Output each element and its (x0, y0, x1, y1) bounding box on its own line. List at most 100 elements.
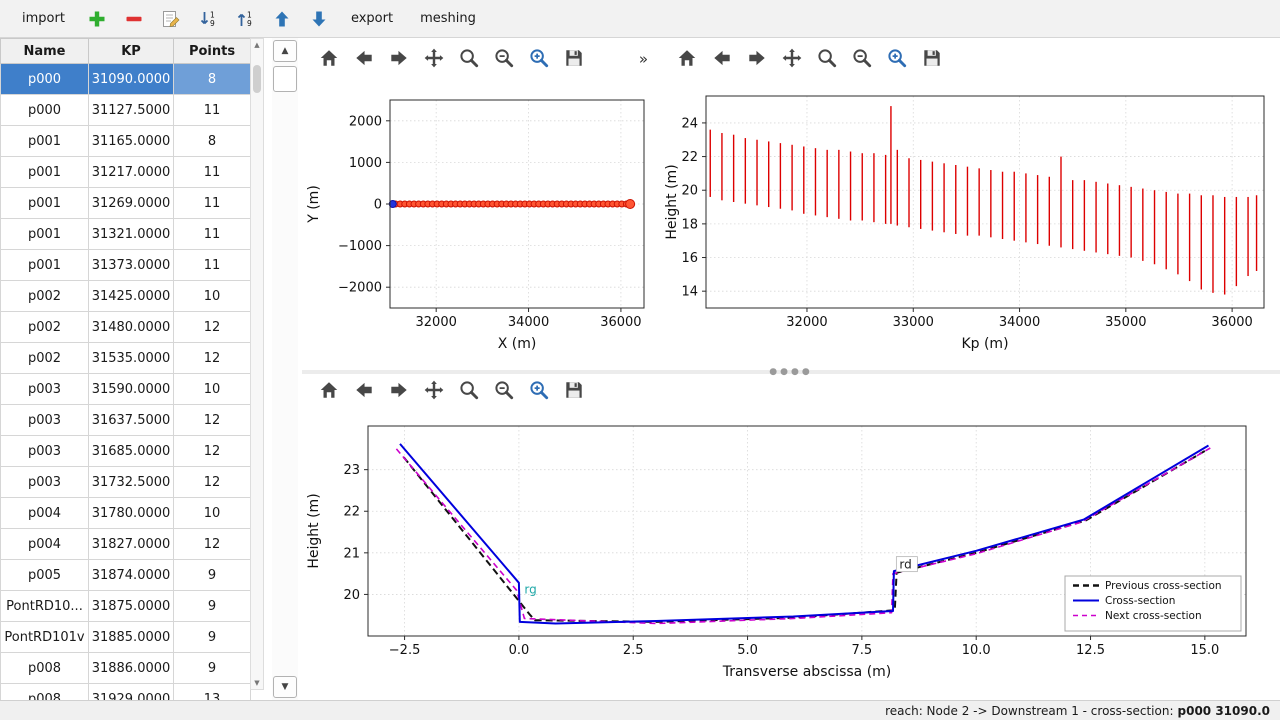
toolbar-overflow-icon[interactable]: » (639, 50, 652, 68)
table-row[interactable]: p00231535.000012 (1, 343, 251, 374)
svg-text:23: 23 (343, 463, 360, 478)
remove-section-button[interactable] (119, 4, 149, 34)
table-row[interactable]: p00331685.000012 (1, 436, 251, 467)
table-row[interactable]: p00431827.000012 (1, 529, 251, 560)
zoom-in-button[interactable] (526, 46, 552, 72)
table-cell: p000 (1, 95, 89, 126)
forward-icon (388, 47, 410, 69)
sort-ascending-button[interactable]: 19 (193, 4, 223, 34)
table-row[interactable]: PontRD10...31875.00009 (1, 591, 251, 622)
zoom-in-button[interactable] (884, 46, 910, 72)
save-icon (921, 47, 943, 69)
export-button[interactable]: export (341, 7, 403, 30)
panel-scroll-up-button[interactable]: ▲ (273, 40, 297, 62)
table-row[interactable]: p00331732.500012 (1, 467, 251, 498)
svg-text:7.5: 7.5 (852, 643, 873, 658)
chart-canvas: −2.50.02.55.07.510.012.515.020212223Tran… (302, 408, 1280, 700)
column-header-points[interactable]: Points (174, 39, 251, 64)
edit-section-button[interactable] (156, 4, 186, 34)
home-icon (318, 47, 340, 69)
table-cell: p003 (1, 436, 89, 467)
longitudinal-profile-plot[interactable]: 3200033000340003500036000141618202224Kp … (660, 78, 1280, 370)
pan-icon (423, 379, 445, 401)
splitter-handle[interactable]: ●●●● (302, 370, 1280, 374)
table-cell: p001 (1, 157, 89, 188)
table-row[interactable]: p00131373.000011 (1, 250, 251, 281)
table-cell: 11 (174, 95, 251, 126)
move-up-button[interactable] (267, 4, 297, 34)
back-button[interactable] (351, 46, 377, 72)
table-cell: 31875.0000 (89, 591, 174, 622)
pan-button[interactable] (779, 46, 805, 72)
zoom-button[interactable] (814, 46, 840, 72)
svg-text:9: 9 (210, 19, 215, 28)
home-icon (676, 47, 698, 69)
table-cell: 31127.5000 (89, 95, 174, 126)
sort-descending-button[interactable]: 19 (230, 4, 260, 34)
table-row[interactable]: p00131321.000011 (1, 219, 251, 250)
table-row[interactable]: PontRD101v31885.00009 (1, 622, 251, 653)
svg-text:Height (m): Height (m) (306, 493, 322, 568)
table-row[interactable]: p00331637.500012 (1, 405, 251, 436)
table-row[interactable]: p00031090.00008 (1, 64, 251, 95)
meshing-button[interactable]: meshing (410, 7, 486, 30)
pan-icon (423, 47, 445, 69)
table-cell: p002 (1, 343, 89, 374)
back-button[interactable] (351, 378, 377, 404)
scroll-up-icon[interactable]: ▲ (251, 39, 263, 51)
column-header-name[interactable]: Name (1, 39, 89, 64)
import-button[interactable]: import (12, 7, 75, 30)
table-cell: p003 (1, 467, 89, 498)
cross-section-plot[interactable]: −2.50.02.55.07.510.012.515.020212223Tran… (302, 408, 1280, 700)
table-row[interactable]: p00131269.000011 (1, 188, 251, 219)
forward-button[interactable] (386, 378, 412, 404)
zoom-button[interactable] (456, 46, 482, 72)
table-cell: 31827.0000 (89, 529, 174, 560)
forward-button[interactable] (386, 46, 412, 72)
pan-button[interactable] (421, 46, 447, 72)
scroll-down-icon[interactable]: ▼ (251, 677, 263, 689)
zoom-out-button[interactable] (849, 46, 875, 72)
pan-button[interactable] (421, 378, 447, 404)
svg-text:35000: 35000 (1105, 315, 1146, 330)
move-down-button[interactable] (304, 4, 334, 34)
zoom-in-button[interactable] (526, 378, 552, 404)
forward-button[interactable] (744, 46, 770, 72)
zoom-out-button[interactable] (491, 378, 517, 404)
table-row[interactable]: p00831886.00009 (1, 653, 251, 684)
home-button[interactable] (316, 46, 342, 72)
table-cell: 31165.0000 (89, 126, 174, 157)
table-row[interactable]: p00231425.000010 (1, 281, 251, 312)
panel-scrollbar-thumb[interactable] (273, 66, 297, 92)
table-row[interactable]: p00131165.00008 (1, 126, 251, 157)
table-row[interactable]: p00031127.500011 (1, 95, 251, 126)
status-section: p000 31090.0 (1178, 704, 1270, 718)
table-cell: p002 (1, 312, 89, 343)
sort-ascending-icon: 19 (198, 9, 218, 29)
panel-scrollbar[interactable]: ▲ ▼ (272, 38, 298, 700)
table-scrollbar[interactable]: ▲ ▼ (250, 38, 264, 690)
save-button[interactable] (919, 46, 945, 72)
status-bar: reach: Node 2 -> Downstream 1 - cross-se… (0, 700, 1280, 720)
column-header-kp[interactable]: KP (89, 39, 174, 64)
back-button[interactable] (709, 46, 735, 72)
svg-text:22: 22 (681, 150, 698, 165)
zoom-button[interactable] (456, 378, 482, 404)
table-row[interactable]: p00131217.000011 (1, 157, 251, 188)
table-scrollbar-thumb[interactable] (253, 65, 261, 93)
panel-scroll-down-button[interactable]: ▼ (273, 676, 297, 698)
table-row[interactable]: p00431780.000010 (1, 498, 251, 529)
save-button[interactable] (561, 46, 587, 72)
add-section-button[interactable] (82, 4, 112, 34)
home-button[interactable] (316, 378, 342, 404)
plan-view-plot[interactable]: 320003400036000200010000−1000−2000X (m)Y… (302, 78, 658, 370)
table-row[interactable]: p00531874.00009 (1, 560, 251, 591)
table-cell: 31321.0000 (89, 219, 174, 250)
table-row[interactable]: p00331590.000010 (1, 374, 251, 405)
zoom-out-button[interactable] (491, 46, 517, 72)
home-button[interactable] (674, 46, 700, 72)
table-row[interactable]: p00231480.000012 (1, 312, 251, 343)
chart-canvas: 320003400036000200010000−1000−2000X (m)Y… (302, 78, 658, 370)
pan-icon (781, 47, 803, 69)
save-button[interactable] (561, 378, 587, 404)
